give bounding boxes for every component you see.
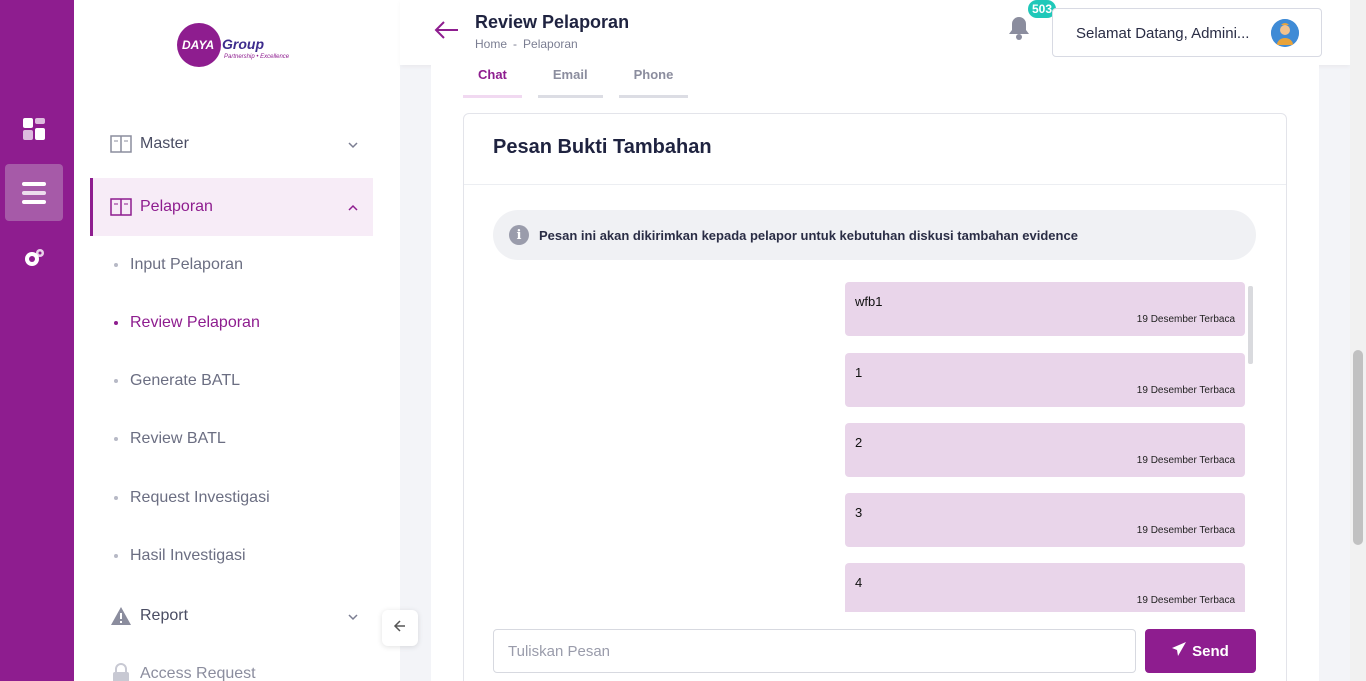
tab-phone[interactable]: Phone bbox=[618, 65, 689, 98]
sidebar-subitem-request-investigasi[interactable]: Request Investigasi bbox=[114, 483, 270, 513]
message-text: 2 bbox=[855, 435, 863, 450]
brand-logo[interactable]: DAYA Group Partnership • Excellence bbox=[174, 20, 314, 70]
sidebar-item-label: Report bbox=[140, 607, 189, 624]
bullet-dot bbox=[114, 554, 118, 558]
send-label: Send bbox=[1192, 642, 1229, 660]
sidebar-subitem-review-batl[interactable]: Review BATL bbox=[114, 424, 226, 454]
message-text: wfb1 bbox=[855, 294, 883, 309]
sidebar-item-pelaporan[interactable]: Pelaporan bbox=[90, 178, 373, 236]
message-status: 19 Desember Terbaca bbox=[1136, 314, 1235, 325]
main-card: Chat Email Phone Pesan Bukti Tambahan i … bbox=[431, 65, 1319, 681]
user-menu[interactable]: Selamat Datang, Admini... bbox=[1052, 8, 1322, 57]
lock-icon bbox=[110, 663, 132, 681]
bullet-dot bbox=[114, 263, 118, 267]
chat-panel: Pesan Bukti Tambahan i Pesan ini akan di… bbox=[463, 113, 1287, 681]
breadcrumb-home[interactable]: Home bbox=[475, 37, 507, 51]
message-input[interactable] bbox=[494, 630, 1135, 672]
collapse-sidebar-button[interactable] bbox=[382, 610, 418, 646]
sidebar-subitem-review-pelaporan[interactable]: Review Pelaporan bbox=[114, 308, 260, 338]
chevron-up-icon bbox=[347, 201, 359, 213]
dashboard-grid-icon[interactable] bbox=[5, 100, 63, 157]
page-title: Review Pelaporan bbox=[475, 12, 630, 32]
tab-email[interactable]: Email bbox=[537, 65, 603, 98]
message-input-field[interactable] bbox=[493, 629, 1136, 673]
message-text: 1 bbox=[855, 365, 863, 380]
back-arrow-icon[interactable] bbox=[434, 20, 460, 40]
sidebar-item-report[interactable]: Report bbox=[90, 587, 373, 645]
bullet-dot bbox=[114, 379, 118, 383]
sidebar-subitem-label: Hasil Investigasi bbox=[130, 547, 246, 564]
book-icon bbox=[110, 196, 132, 218]
icon-rail bbox=[0, 0, 74, 681]
sidebar-subitem-hasil-investigasi[interactable]: Hasil Investigasi bbox=[114, 541, 246, 571]
chat-message: 2 19 Desember Terbaca bbox=[845, 423, 1245, 477]
info-icon: i bbox=[509, 225, 529, 245]
bullet-dot bbox=[114, 496, 118, 500]
book-icon bbox=[110, 133, 132, 155]
message-status: 19 Desember Terbaca bbox=[1136, 455, 1235, 466]
settings-gear-icon[interactable] bbox=[5, 229, 63, 286]
warning-icon bbox=[110, 605, 132, 627]
breadcrumb: Home - Pelaporan bbox=[475, 37, 578, 51]
chat-message: 1 19 Desember Terbaca bbox=[845, 353, 1245, 407]
sidebar-subitem-label: Review BATL bbox=[130, 430, 226, 447]
sidebar-item-master[interactable]: Master bbox=[90, 115, 373, 173]
bullet-dot bbox=[114, 321, 118, 325]
top-header: Review Pelaporan Home - Pelaporan 503 Se… bbox=[400, 0, 1350, 65]
message-list-scrollbar[interactable] bbox=[1248, 286, 1253, 364]
sidebar-subitem-generate-batl[interactable]: Generate BATL bbox=[114, 366, 240, 396]
send-button[interactable]: Send bbox=[1145, 629, 1256, 673]
message-text: 4 bbox=[855, 575, 863, 590]
sidebar-subitem-label: Request Investigasi bbox=[130, 489, 270, 506]
info-text: Pesan ini akan dikirimkan kepada pelapor… bbox=[539, 227, 1078, 243]
sidebar-subitem-label: Input Pelaporan bbox=[130, 256, 243, 273]
paper-plane-icon bbox=[1172, 642, 1187, 660]
user-greeting: Selamat Datang, Admini... bbox=[1076, 25, 1250, 42]
sidebar-subitem-label: Generate BATL bbox=[130, 372, 240, 389]
sidebar: DAYA Group Partnership • Excellence Mast… bbox=[74, 0, 400, 681]
chat-message: wfb1 19 Desember Terbaca bbox=[845, 282, 1245, 336]
bullet-dot bbox=[114, 437, 118, 441]
breadcrumb-separator: - bbox=[513, 37, 518, 51]
notification-bell-icon[interactable] bbox=[1007, 15, 1031, 41]
avatar bbox=[1271, 19, 1299, 47]
svg-text:Partnership • Excellence: Partnership • Excellence bbox=[224, 54, 290, 60]
message-status: 19 Desember Terbaca bbox=[1136, 525, 1235, 536]
tab-chat[interactable]: Chat bbox=[463, 65, 522, 98]
divider bbox=[464, 184, 1286, 185]
page-scrollbar[interactable] bbox=[1350, 0, 1366, 681]
chevron-down-icon bbox=[347, 138, 359, 150]
arrow-left-icon bbox=[393, 619, 407, 638]
sidebar-item-label: Pelaporan bbox=[140, 198, 213, 215]
tab-bar: Chat Email Phone bbox=[463, 65, 689, 99]
sidebar-item-label: Access Request bbox=[140, 665, 256, 681]
sidebar-subitem-label: Review Pelaporan bbox=[130, 314, 260, 331]
info-banner: i Pesan ini akan dikirimkan kepada pelap… bbox=[493, 210, 1256, 260]
page-scrollbar-thumb[interactable] bbox=[1353, 350, 1363, 545]
svg-text:DAYA: DAYA bbox=[182, 38, 214, 52]
chat-message: 4 19 Desember Terbaca bbox=[845, 563, 1245, 612]
message-status: 19 Desember Terbaca bbox=[1136, 595, 1235, 606]
sidebar-subitem-input-pelaporan[interactable]: Input Pelaporan bbox=[114, 250, 243, 280]
message-list[interactable]: wfb1 19 Desember Terbaca 1 19 Desember T… bbox=[493, 278, 1256, 612]
menu-list-icon[interactable] bbox=[5, 164, 63, 221]
sidebar-item-access-request[interactable]: Access Request bbox=[90, 645, 373, 681]
message-status: 19 Desember Terbaca bbox=[1136, 385, 1235, 396]
message-text: 3 bbox=[855, 505, 863, 520]
panel-title: Pesan Bukti Tambahan bbox=[493, 136, 712, 158]
svg-text:Group: Group bbox=[222, 36, 264, 52]
breadcrumb-current: Pelaporan bbox=[523, 37, 578, 51]
chat-message: 3 19 Desember Terbaca bbox=[845, 493, 1245, 547]
chevron-down-icon bbox=[347, 610, 359, 622]
sidebar-item-label: Master bbox=[140, 135, 189, 152]
